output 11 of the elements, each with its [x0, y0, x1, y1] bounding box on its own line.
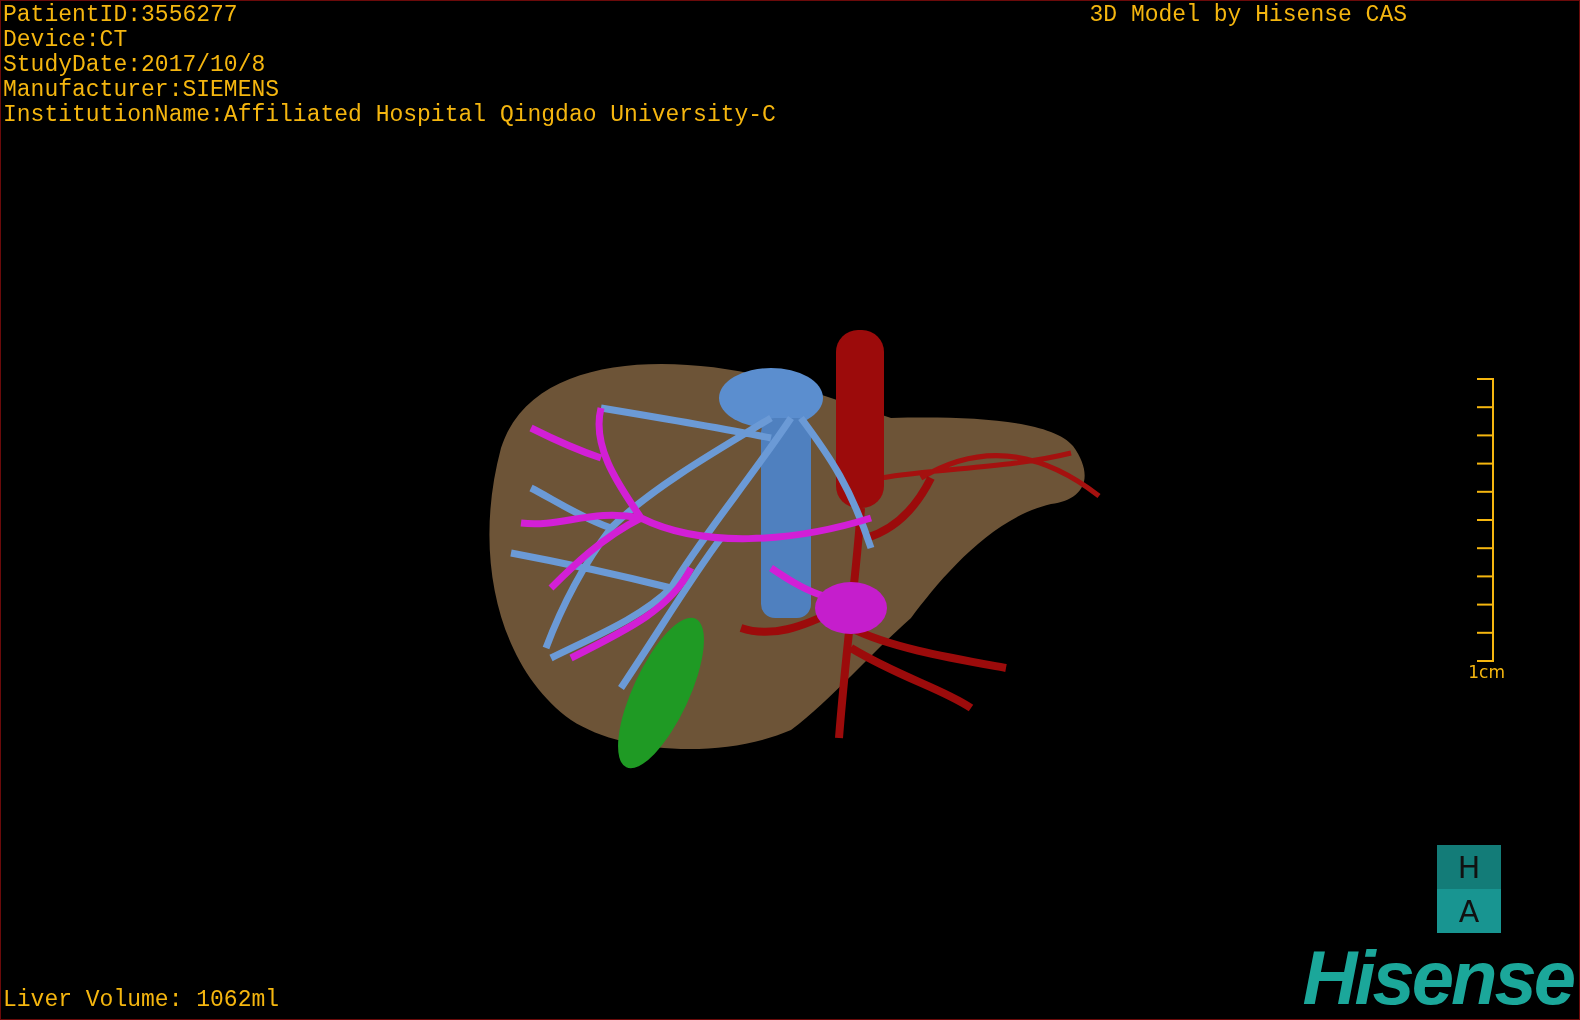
liver-volume-text: Liver Volume: 1062ml [3, 988, 280, 1013]
scale-label: 1cm [1468, 662, 1505, 682]
viewer-title: 3D Model by Hisense CAS [1089, 3, 1408, 28]
brand-logo: Hisense [1302, 943, 1575, 1013]
patient-info-text: InstitutionName:Affiliated Hospital Qingdao University-C [3, 103, 776, 128]
patient-info-text: Device:CT [3, 28, 129, 53]
patient-info-text: PatientID:3556277 [3, 3, 239, 28]
orientation-cube-face[interactable]: A [1437, 889, 1501, 933]
orientation-cube-face[interactable]: H [1437, 845, 1501, 889]
patient-info-text: StudyDate:2017/10/8 [3, 53, 267, 78]
patient-info-text: Manufacturer:SIEMENS [3, 78, 281, 103]
